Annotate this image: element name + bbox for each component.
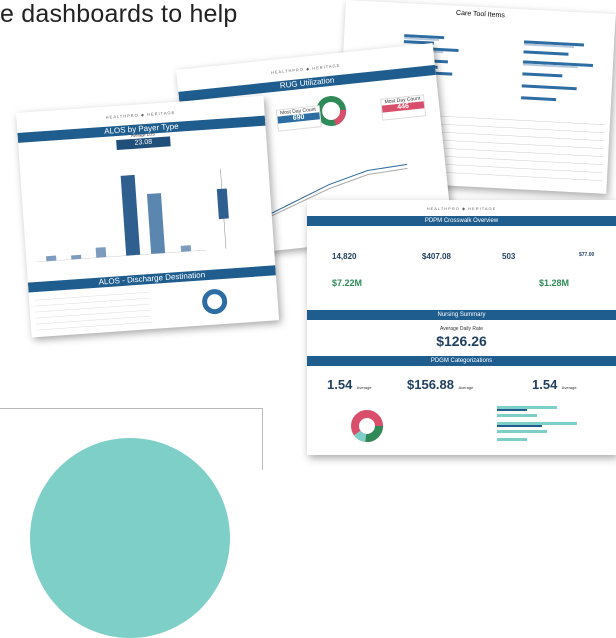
pdgm-stat-3: 1.54 Average — [532, 376, 577, 394]
pdpm-card: HEALTHPRO ◆ HERITAGE PDPM Crosswalk Over… — [307, 200, 616, 455]
pdgm-stat-1: 1.54 Average — [327, 376, 372, 394]
teal-circle-graphic — [30, 438, 230, 638]
pdpm-value-6: $1.28M — [539, 278, 570, 288]
pdgm-stat-2: $156.88 Average — [407, 376, 473, 394]
pdgm-value-2: $156.88 — [407, 377, 454, 392]
pdpm-value-4: $77.00 — [579, 252, 595, 258]
pdgm-avg-2: Average — [458, 385, 474, 390]
pdgm-charts — [351, 406, 577, 442]
pdgm-title: PDGM Categorizations — [307, 356, 616, 366]
nursing-summary-title: Nursing Summary — [307, 310, 616, 320]
alos-card: HEALTHPRO ◆ HERITAGE ALOS by Payer Type … — [16, 95, 280, 338]
pdpm-title: PDPM Crosswalk Overview — [307, 216, 616, 226]
avg-daily-value: $126.26 — [436, 333, 487, 349]
pdgm-avg-3: Average — [561, 385, 577, 390]
pdpm-brand: HEALTHPRO ◆ HERITAGE — [426, 206, 497, 211]
headline-text: e dashboards to help — [0, 0, 238, 28]
pdpm-value-2: $407.08 — [422, 252, 451, 261]
alos-bar-chart — [36, 168, 229, 263]
pdgm-value-3: 1.54 — [532, 377, 558, 392]
pdpm-value-3: 503 — [502, 252, 516, 261]
pdpm-value-1: 14,820 — [332, 252, 357, 261]
pdgm-value-1: 1.54 — [327, 377, 353, 392]
avg-daily-label: Average Daily Rate — [440, 326, 483, 332]
pdgm-avg-1: Average — [356, 385, 372, 390]
pdpm-value-5: $7.22M — [332, 278, 363, 288]
